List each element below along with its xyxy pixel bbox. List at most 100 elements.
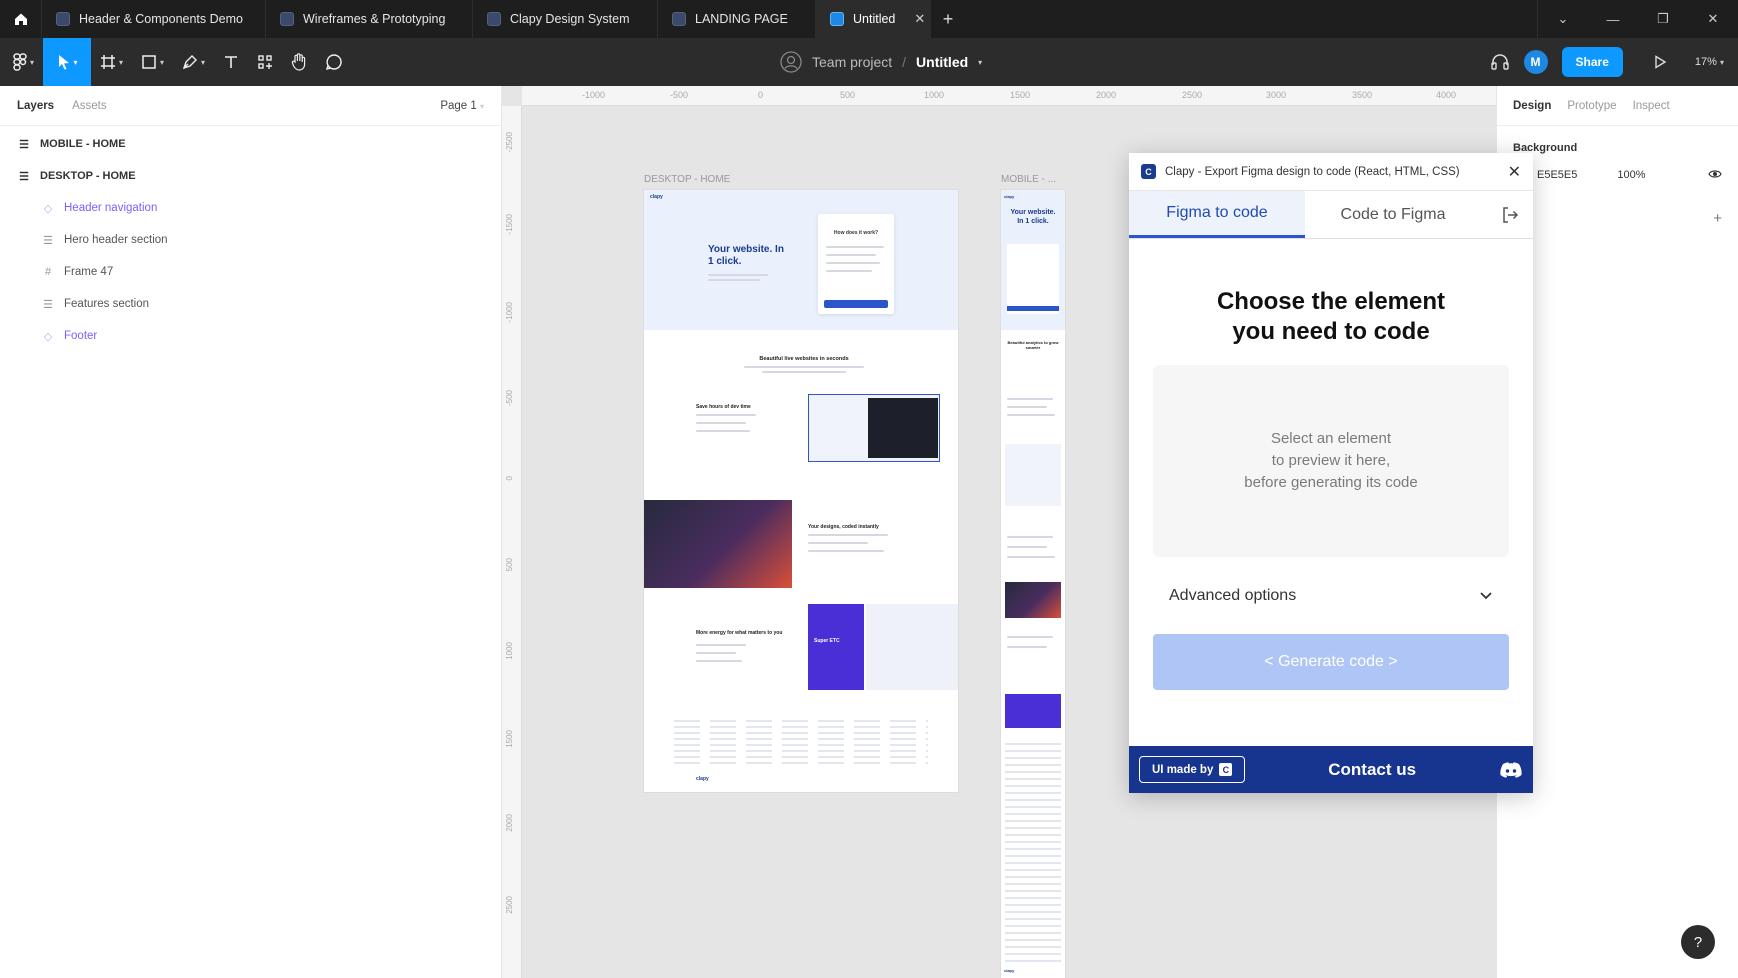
logout-icon[interactable] <box>1481 191 1533 238</box>
generate-code-button[interactable]: < Generate code > <box>1153 634 1509 690</box>
layer-row[interactable]: ◇ Footer <box>0 320 501 352</box>
layer-row[interactable]: ☰ Hero header section <box>0 224 501 256</box>
mobile-home-frame[interactable]: clapy Your website. In 1 click. Beautifu… <box>1001 190 1065 978</box>
figma-file-icon <box>280 12 294 26</box>
figma-file-icon <box>56 12 70 26</box>
mock-footer-logo: clapy <box>696 776 709 782</box>
left-panel-tabs: Layers Assets Page 1 ▾ <box>0 86 501 126</box>
file-tab[interactable]: Clapy Design System <box>473 0 658 38</box>
resources-tool[interactable] <box>248 38 282 86</box>
chevron-down-icon: ▾ <box>1719 58 1724 67</box>
file-name[interactable]: Untitled <box>916 54 968 70</box>
mock-how-title: How does it work? <box>833 230 879 236</box>
eye-icon[interactable] <box>1708 169 1722 182</box>
chevron-down-icon: ▾ <box>30 57 35 67</box>
layer-row[interactable]: ◇ Header navigation <box>0 192 501 224</box>
contact-us-link[interactable]: Contact us <box>1245 760 1499 780</box>
file-tab-active[interactable]: Untitled ✕ <box>816 0 931 38</box>
tab-prototype[interactable]: Prototype <box>1567 100 1616 112</box>
layer-row[interactable]: ☰ MOBILE - HOME <box>0 128 501 160</box>
mobile-how-card <box>1007 244 1059 314</box>
ruler-tick: 0 <box>505 476 514 481</box>
chevron-down-icon[interactable]: ⌄ <box>1538 11 1588 27</box>
close-window-icon[interactable]: ✕ <box>1688 11 1738 27</box>
mobile-footer-logo: clapy <box>1004 968 1015 973</box>
frame-icon: ☰ <box>19 170 29 183</box>
frame-tool[interactable]: ▾ <box>91 38 132 86</box>
mobile-hero-title: Your website. In 1 click. <box>1010 209 1056 225</box>
main-menu-button[interactable]: ▾ <box>4 38 43 86</box>
user-avatar[interactable]: M <box>1523 50 1548 74</box>
ruler-tick: 1000 <box>924 90 945 100</box>
tab-inspect[interactable]: Inspect <box>1633 100 1670 112</box>
made-by-badge[interactable]: UI made by C <box>1139 756 1246 783</box>
figma-file-icon <box>672 12 686 26</box>
headphones-icon[interactable] <box>1490 53 1510 71</box>
layer-row[interactable]: ☰ DESKTOP - HOME <box>0 160 501 192</box>
tab-figma-to-code[interactable]: Figma to code <box>1129 191 1305 238</box>
mock-section-title: Beautiful live websites in seconds <box>759 356 849 362</box>
right-panel-tabs: Design Prototype Inspect <box>1497 86 1738 126</box>
home-icon[interactable] <box>0 0 42 38</box>
zoom-value: 17% <box>1694 56 1717 68</box>
ruler-tick: -500 <box>670 90 689 100</box>
new-tab-button[interactable]: + <box>931 0 965 38</box>
file-tab[interactable]: Header & Components Demo <box>42 0 266 38</box>
add-icon[interactable]: + <box>1713 210 1722 227</box>
desktop-home-frame[interactable]: clapy Your website. In 1 click. How does… <box>644 190 958 792</box>
text-tool[interactable] <box>214 38 248 86</box>
mock-image-1 <box>644 500 792 588</box>
ruler-tick: 1500 <box>1010 90 1031 100</box>
mock-code-panel <box>868 398 938 458</box>
move-tool[interactable]: ▾ <box>43 38 92 86</box>
zoom-level[interactable]: 17% ▾ <box>1695 56 1724 68</box>
tab-layers[interactable]: Layers <box>17 100 54 112</box>
share-button[interactable]: Share <box>1561 47 1623 77</box>
comment-icon <box>326 54 342 71</box>
help-button[interactable]: ? <box>1681 925 1715 959</box>
file-tab[interactable]: Wireframes & Prototyping <box>266 0 473 38</box>
file-breadcrumb: Team project / Untitled ▾ <box>780 38 982 86</box>
play-icon[interactable] <box>1653 55 1667 69</box>
layer-row[interactable]: ☰ Features section <box>0 288 501 320</box>
ruler-tick: 1000 <box>505 642 514 660</box>
window-controls: ⌄ — ❐ ✕ <box>1537 0 1738 38</box>
breadcrumb-separator: / <box>902 54 907 70</box>
tab-design[interactable]: Design <box>1513 100 1551 112</box>
desktop-frame-label[interactable]: DESKTOP - HOME <box>644 174 730 185</box>
preview-line-1: Select an element <box>1270 430 1392 447</box>
mobile-purple-card <box>1005 694 1061 728</box>
team-project-link[interactable]: Team project <box>812 54 892 70</box>
main-toolbar: ▾ ▾ ▾ ▾ ▾ Team project / Untitled ▾ M Sh… <box>0 38 1738 86</box>
page-selector[interactable]: Page 1 ▾ <box>440 100 484 112</box>
plugin-heading: Choose the element you need to code <box>1129 287 1533 347</box>
advanced-options-toggle[interactable]: Advanced options <box>1129 583 1533 609</box>
shape-tool[interactable]: ▾ <box>132 38 173 86</box>
mobile-frame-label[interactable]: MOBILE - ... <box>1001 174 1056 185</box>
hand-tool[interactable] <box>282 38 316 86</box>
horizontal-ruler: -1000 -500 0 500 1000 1500 2000 2500 300… <box>522 86 1496 106</box>
pen-tool[interactable]: ▾ <box>173 38 214 86</box>
restore-icon[interactable]: ❐ <box>1638 11 1688 27</box>
tab-code-to-figma[interactable]: Code to Figma <box>1305 191 1481 238</box>
element-preview-area: Select an element to preview it here, be… <box>1153 365 1509 557</box>
background-opacity[interactable]: 100% <box>1617 169 1645 181</box>
mobile-cta <box>1007 306 1059 311</box>
chevron-down-icon[interactable]: ▾ <box>978 58 982 67</box>
minimize-icon[interactable]: — <box>1588 12 1638 27</box>
frame-icon: # <box>44 266 52 278</box>
comment-tool[interactable] <box>316 38 352 86</box>
layer-row[interactable]: # Frame 47 <box>0 256 501 288</box>
file-tab[interactable]: LANDING PAGE <box>658 0 816 38</box>
pen-icon <box>182 55 198 70</box>
close-icon[interactable]: ✕ <box>1508 162 1521 182</box>
close-tab-icon[interactable]: ✕ <box>914 11 925 27</box>
tab-assets[interactable]: Assets <box>72 100 107 112</box>
autolayout-icon: ☰ <box>43 298 53 311</box>
ruler-tick: 3500 <box>1352 90 1373 100</box>
ruler-tick: -2500 <box>505 132 514 153</box>
background-hex[interactable]: E5E5E5 <box>1537 169 1577 181</box>
discord-icon[interactable] <box>1499 761 1523 779</box>
cursor-icon <box>58 55 69 70</box>
mock-dashboard <box>866 604 958 690</box>
